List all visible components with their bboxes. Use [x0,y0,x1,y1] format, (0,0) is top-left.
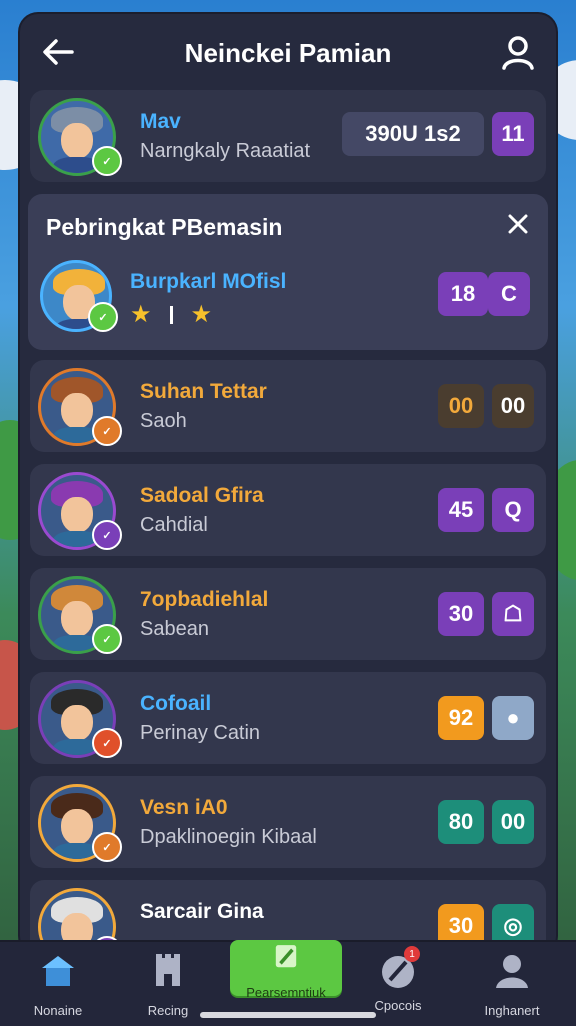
player-name: Burpkarl MOfisl [130,270,287,293]
featured-card[interactable]: Pebringkat PBemasin ✓ Burpkarl MOfisl ★ … [28,194,548,350]
close-icon[interactable] [502,208,534,240]
tab-label: Nonaine [33,1003,83,1018]
level-badge: ✓ [88,302,118,332]
level-badge: ✓ [92,832,122,862]
score-box: 18 [438,272,488,316]
rank-box: Q [492,488,534,532]
leaderboard-row[interactable]: ✓ Sadoal Gfira Cahdial 45 Q [30,464,546,556]
notification-badge: 1 [404,946,420,962]
tab-rockets[interactable]: 1 Cpocois [348,946,448,1014]
level-badge: ✓ [92,728,122,758]
home-icon [42,956,74,986]
user-icon [496,955,528,988]
score-box: 00 [438,384,484,428]
tab-profile[interactable]: Inghanert [462,950,562,1018]
rank-box: ☖ [492,592,534,636]
star-icon: ★ [130,301,152,328]
castle-icon [156,954,180,986]
tab-label: Pearsemntiuk [246,985,326,1000]
player-name: 7opbadiehlal [140,588,269,611]
level-badge: ✓ [92,624,122,654]
profile-icon[interactable] [498,32,538,72]
header: Neinckei Pamian [20,14,556,92]
tab-label: Inghanert [484,1003,540,1018]
level-badge: ✓ [92,146,122,176]
leaderboard-row[interactable]: ✓ Cofoail Perinay Catin 92 ● [30,672,546,764]
player-name: Sarcair Gina [140,900,264,923]
divider [169,305,173,324]
rank-box: 11 [492,112,534,156]
player-title: Saoh [140,410,187,432]
tab-home[interactable]: Nonaine [8,950,108,1018]
player-title: Cahdial [140,514,208,536]
tab-racing[interactable]: Recing [118,950,218,1018]
page-title: Neinckei Pamian [184,37,392,68]
back-arrow-icon[interactable] [38,32,78,72]
player-name: Cofoail [140,692,212,715]
score-box: 45 [438,488,484,532]
my-rank-row[interactable]: ✓ Mav Narngkaly Raaatiat 390U 1s2 11 [30,90,546,182]
rank-box: C [488,272,530,316]
player-name: Sadoal Gfira [140,484,264,507]
leaderboard-row[interactable]: ✓ Vesn iA0 Dpaklinoegin Kibaal 80 00 [30,776,546,868]
player-title: Sabean [140,618,209,640]
player-title: Perinay Catin [140,722,261,744]
level-badge: ✓ [92,520,122,550]
rank-box: 00 [492,384,534,428]
player-title: Dpaklinoegin Kibaal [140,826,317,848]
edit-icon [275,945,297,968]
score-box: 92 [438,696,484,740]
player-title: Narngkaly Raaatiat [140,140,311,162]
score-box: 390U 1s2 [342,112,484,156]
player-name: Mav [140,110,181,133]
player-name: Suhan Tettar [140,380,267,403]
rank-box: 00 [492,800,534,844]
rank-box: ● [492,696,534,740]
tab-leaderboard[interactable]: Pearsemntiuk [230,940,342,1000]
player-name: Vesn iA0 [140,796,228,819]
tab-label: Cpocois [374,998,422,1013]
score-box: 80 [438,800,484,844]
score-box: 30 [438,592,484,636]
rocket-icon-wrap: 1 [376,946,420,990]
featured-title: Pebringkat PBemasin [46,214,283,240]
leaderboard-row[interactable]: ✓ Suhan Tettar Saoh 00 00 [30,360,546,452]
leaderboard-panel: Neinckei Pamian ✓ Mav Narngkaly Raaatiat… [20,14,556,954]
star-rating: ★ ★ [130,300,212,329]
home-indicator [200,1012,376,1018]
level-badge: ✓ [92,416,122,446]
star-icon: ★ [190,301,213,328]
leaderboard-row[interactable]: ✓ 7opbadiehlal Sabean 30 ☖ [30,568,546,660]
